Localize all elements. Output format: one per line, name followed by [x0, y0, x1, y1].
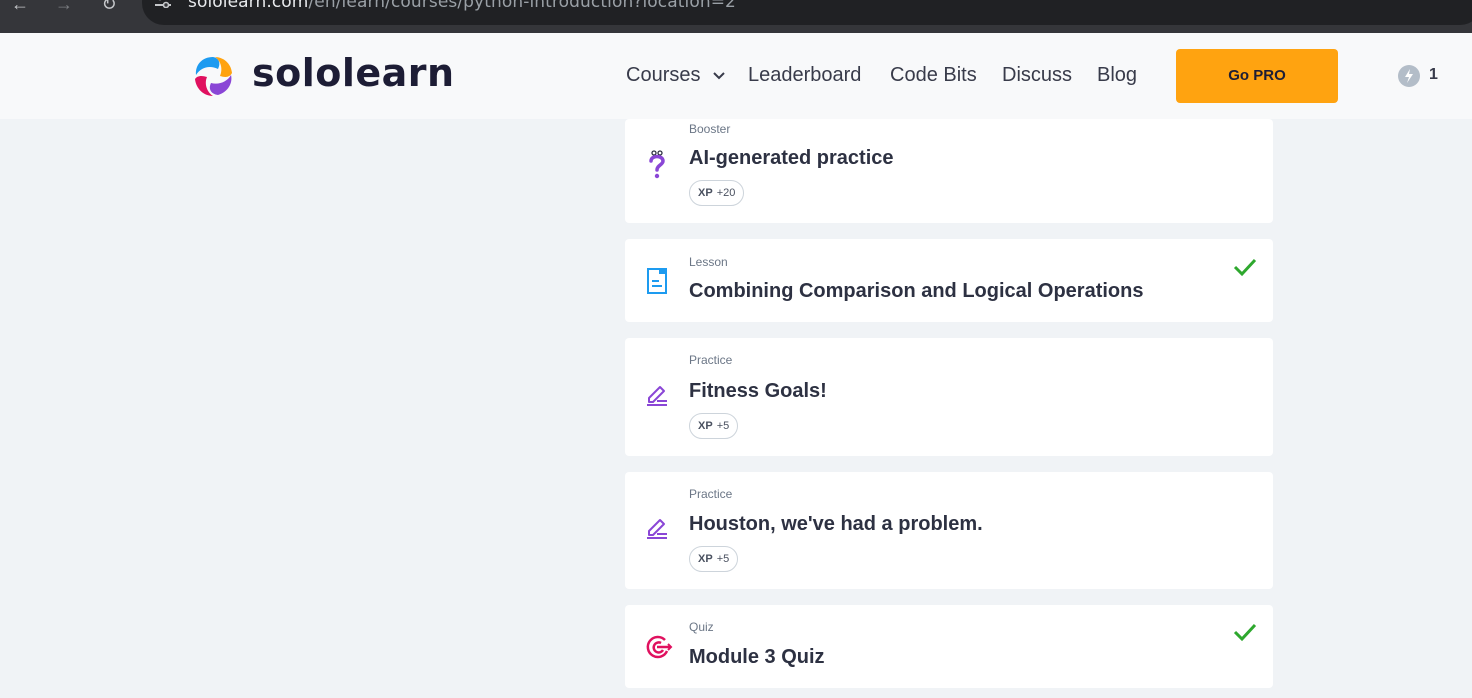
url-text[interactable]: sololearn.com/en/learn/courses/python-in… — [188, 0, 736, 12]
item-type: Lesson — [689, 255, 728, 269]
sololearn-logo-icon[interactable] — [188, 51, 238, 101]
lesson-icon — [645, 267, 669, 295]
item-type: Booster — [689, 122, 731, 136]
browser-toolbar: ← → ↻ sololearn.com/en/learn/courses/pyt… — [0, 0, 1472, 33]
brand-name[interactable]: sololearn — [252, 51, 455, 95]
lesson-card-practice[interactable]: Practice Fitness Goals! XP +5 — [625, 338, 1273, 456]
lesson-card-practice[interactable]: Practice Houston, we've had a problem. X… — [625, 472, 1273, 589]
nav-blog[interactable]: Blog — [1097, 64, 1137, 87]
lesson-card-lesson[interactable]: Lesson Combining Comparison and Logical … — [625, 239, 1273, 322]
item-type: Quiz — [689, 620, 714, 634]
lesson-card-quiz[interactable]: Quiz Module 3 Quiz — [625, 605, 1273, 688]
pencil-icon — [645, 384, 669, 412]
site-settings-icon[interactable] — [154, 0, 174, 12]
check-icon — [1233, 257, 1257, 277]
item-type: Practice — [689, 353, 733, 367]
nav-courses-label: Courses — [626, 64, 701, 86]
xp-badge: XP +5 — [689, 413, 739, 439]
pencil-icon — [645, 517, 669, 545]
item-title: Module 3 Quiz — [689, 646, 825, 668]
target-icon — [645, 633, 673, 661]
item-title: Fitness Goals! — [689, 380, 827, 402]
item-type: Practice — [689, 487, 733, 501]
question-icon — [645, 149, 669, 179]
reload-icon[interactable]: ↻ — [99, 0, 119, 14]
forward-icon[interactable]: → — [54, 0, 74, 14]
xp-badge: XP +20 — [689, 180, 745, 206]
chevron-down-icon — [712, 66, 726, 80]
nav-discuss[interactable]: Discuss — [1002, 64, 1072, 87]
item-title: Combining Comparison and Logical Operati… — [689, 280, 1144, 302]
item-title: AI-generated practice — [689, 147, 894, 169]
xp-badge: XP +5 — [689, 546, 739, 572]
streak-bolt-icon[interactable] — [1398, 65, 1420, 87]
nav-leaderboard[interactable]: Leaderboard — [748, 64, 861, 87]
lesson-card-booster[interactable]: Booster AI-generated practice XP +20 — [625, 119, 1273, 223]
site-header: sololearn Courses Leaderboard Code Bits … — [0, 33, 1472, 119]
item-title: Houston, we've had a problem. — [689, 513, 983, 535]
streak-count[interactable]: 1 — [1429, 66, 1438, 84]
nav-code-bits[interactable]: Code Bits — [890, 64, 977, 87]
back-icon[interactable]: ← — [10, 0, 30, 14]
go-pro-button[interactable]: Go PRO — [1176, 49, 1338, 103]
check-icon — [1233, 622, 1257, 642]
nav-courses[interactable]: Courses — [626, 64, 726, 87]
